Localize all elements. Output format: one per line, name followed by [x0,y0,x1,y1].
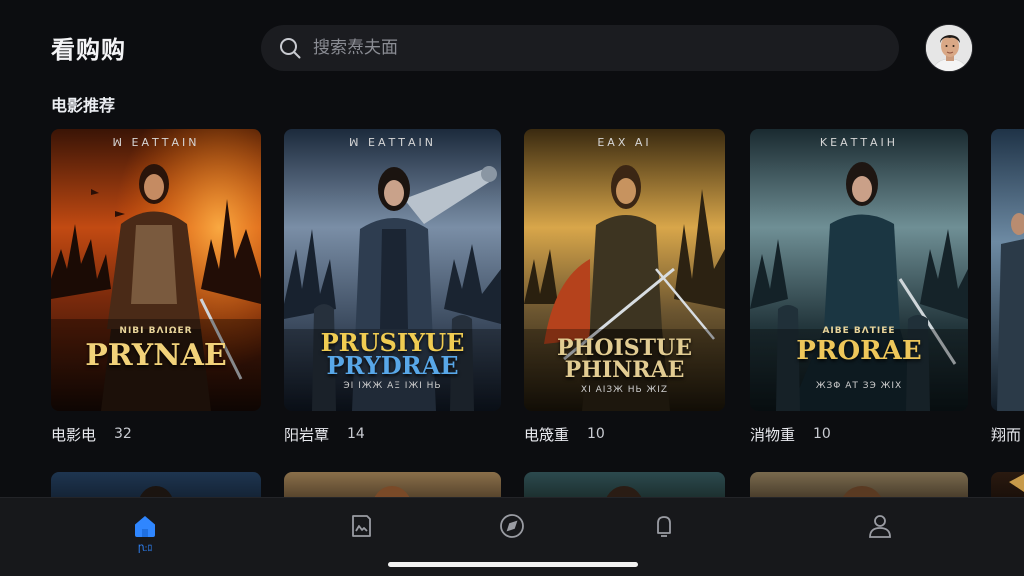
tab-discover[interactable] [492,512,532,556]
movie-card[interactable]: ΚΕΑΤΤΑΙΗ ΑΙΒΕ ΒΛΤΙΕΕ PRORAE ЖЗΦ ΑΤ ЗЭ ЖΙ… [750,129,968,445]
search-input[interactable] [313,25,899,71]
movie-meta: 消物重 10 [750,423,968,445]
poster-top-text: ΚΕΑΤΤΑΙΗ [819,136,899,149]
movie-label: 阳岩覃 [284,425,330,444]
movie-count: 10 [587,426,605,442]
home-indicator [388,562,638,567]
poster-bottom-text: ЭI ΙЖЖ ΑΞ ΙЖΙ ΗЬ [343,381,442,391]
section-title: 电影推荐 [51,96,116,115]
bell-icon [657,516,671,537]
movie-poster[interactable]: ꟽ ΕΑΤΤΑΙΝ ΝIΒΙ ΒΛΙΩΕR PRYNAE [51,129,261,411]
poster-bottom-text: ЖЗΦ ΑΤ ЗЭ ЖΙΧ [815,381,903,391]
avatar[interactable] [925,24,973,72]
poster-top-text: ΕΑΧ ΑΙ [597,136,652,149]
app-title: 看购购 [51,36,126,64]
movie-card[interactable]: 翔而 [991,129,1024,445]
movie-count: 10 [813,426,831,442]
poster-title-line: PRORAE [796,336,922,366]
movie-label: 电筬重 [524,425,570,444]
movie-card[interactable]: ꟽ ΕΑΤΤΑΙΝ PRUSIYUE PRYDRAE ЭI ΙЖЖ ΑΞ ΙЖΙ… [284,129,501,445]
search-icon [280,38,301,59]
poster-title: PRUSIYUE PRYDRAE [284,331,501,380]
tab-notifications[interactable] [644,512,684,556]
poster-title-line: PRYDRAE [326,351,459,380]
poster-title-line: PHOISTUE [557,335,692,361]
poster-subtitle: ΑΙΒΕ ΒΛΤΙΕΕ [822,326,896,336]
movie-meta: 电影电 32 [51,423,261,445]
movie-poster[interactable] [991,129,1024,411]
profile-icon [869,515,891,538]
search-bar[interactable] [261,25,899,71]
avatar-image [926,25,972,71]
movie-meta: 电筬重 10 [524,423,725,445]
top-header: 看购购 [0,0,1024,90]
tab-media[interactable] [341,512,381,556]
tab-home-label: Ꞃ:ﾛ [137,544,153,554]
home-icon [135,516,155,537]
media-icon [352,515,371,537]
movie-poster[interactable]: ꟽ ΕΑΤΤΑΙΝ PRUSIYUE PRYDRAE ЭI ΙЖЖ ΑΞ ΙЖΙ… [284,129,501,411]
movie-poster[interactable]: ΚΕΑΤΤΑΙΗ ΑΙΒΕ ΒΛΤΙΕΕ PRORAE ЖЗΦ ΑΤ ЗЭ ЖΙ… [750,129,968,411]
movie-meta: 阳岩覃 14 [284,423,501,445]
poster-title: PHOISTUE PHINRAE [524,337,725,381]
poster-title-line: PHINRAE [564,357,685,383]
compass-icon [500,514,524,538]
movie-poster[interactable]: ΕΑΧ ΑΙ PHOISTUE PHINRAE ΧΙ ΑΙЗЖ ΗЬ ЖΙΖ [524,129,725,411]
movie-row: ꟽ ΕΑΤΤΑΙΝ ΝIΒΙ ΒΛΙΩΕR PRYNAE 电影电 32 ꟽ ΕΑ… [0,129,1024,444]
movie-label: 电影电 [51,425,97,444]
tab-profile[interactable] [860,512,900,556]
movie-label: 消物重 [750,425,796,444]
poster-title: PRYNAE [51,338,261,373]
poster-bottom-text: ΧΙ ΑΙЗЖ ΗЬ ЖΙΖ [580,385,669,395]
poster-title-line: PRYNAE [85,338,227,373]
poster-title: PRORAE [750,336,968,366]
movie-count: 14 [347,426,365,442]
movie-count: 32 [114,426,132,442]
movie-card[interactable]: ΕΑΧ ΑΙ PHOISTUE PHINRAE ΧΙ ΑΙЗЖ ΗЬ ЖΙΖ 电… [524,129,725,445]
movie-meta: 翔而 [991,423,1024,445]
movie-label: 翔而 [991,425,1022,444]
poster-top-text: ꟽ ΕΑΤΤΑΙΝ [349,136,436,149]
tab-home[interactable]: Ꞃ:ﾛ [125,512,165,556]
poster-top-text: ꟽ ΕΑΤΤΑΙΝ [112,136,200,149]
movie-card[interactable]: ꟽ ΕΑΤΤΑΙΝ ΝIΒΙ ΒΛΙΩΕR PRYNAE 电影电 32 [51,129,261,445]
poster-subtitle: ΝIΒΙ ΒΛΙΩΕR [119,326,193,336]
